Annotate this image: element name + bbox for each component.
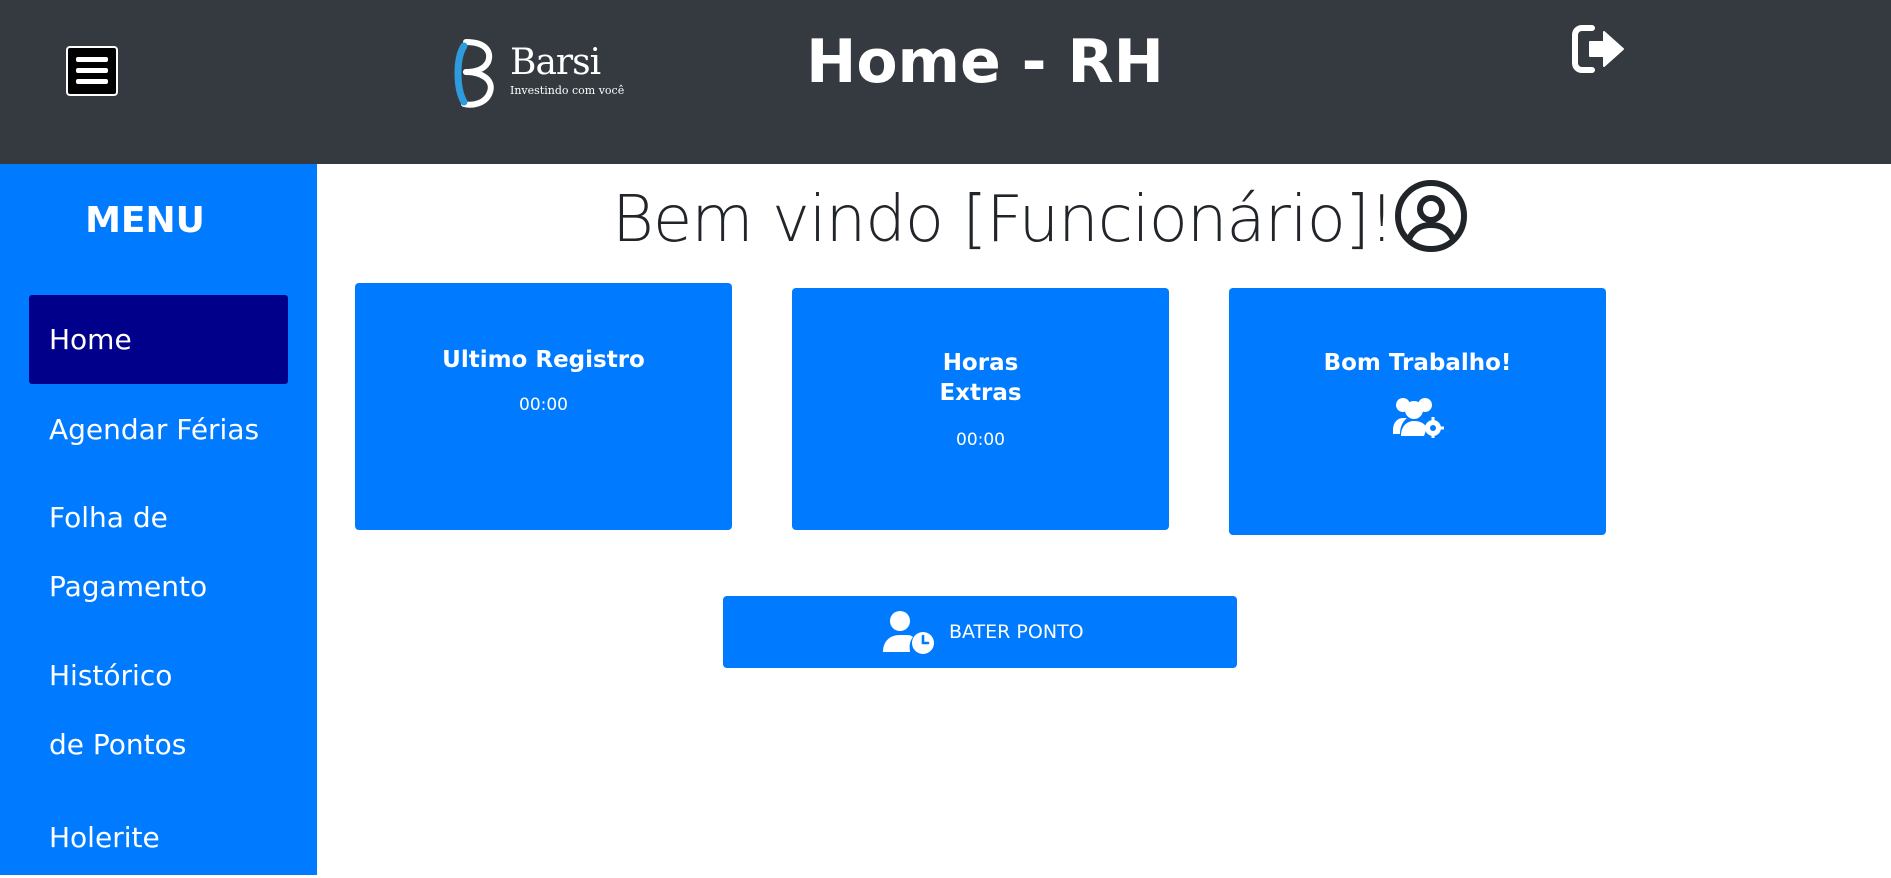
hamburger-menu-button[interactable]: [66, 46, 118, 96]
sidebar-item-label-line1: Histórico: [49, 659, 173, 692]
sidebar-item-folha-de-pagamento[interactable]: Folha de Pagamento: [29, 483, 288, 621]
card-value: 00:00: [519, 395, 568, 415]
logo-brand-text: Barsi: [510, 42, 601, 83]
welcome-text: Bem vindo [Funcionário]!: [612, 182, 1394, 257]
sidebar-item-home[interactable]: Home: [29, 295, 288, 384]
sidebar-item-label: Agendar Férias: [49, 413, 260, 446]
sidebar-menu: MENU Home Agendar Férias Folha de Pagame…: [0, 164, 317, 875]
sidebar-item-label-line2: Pagamento: [49, 570, 208, 603]
card-title: Bom Trabalho!: [1323, 350, 1512, 376]
barsi-logo-icon: [454, 39, 503, 108]
user-clock-icon: [883, 611, 934, 654]
sidebar-item-historico-de-pontos[interactable]: Histórico de Pontos: [29, 641, 288, 779]
sidebar-item-label: Holerite: [49, 821, 160, 854]
card-title: Ultimo Registro: [442, 347, 645, 373]
barsi-logo: Barsi Investindo com você: [452, 38, 632, 110]
bater-ponto-button[interactable]: BATER PONTO: [723, 596, 1237, 668]
page-title: Home - RH: [806, 27, 1164, 97]
bater-ponto-label: BATER PONTO: [949, 621, 1084, 643]
users-cog-icon: [1392, 398, 1444, 439]
hamburger-icon-bar: [76, 79, 108, 84]
hamburger-icon-bar: [76, 68, 108, 73]
card-title-line1: Horas: [942, 350, 1019, 376]
hamburger-icon-bar: [76, 57, 108, 62]
card-horas-extras: Horas Extras 00:00: [792, 288, 1169, 530]
card-ultimo-registro: Ultimo Registro 00:00: [355, 283, 732, 530]
logo-tagline: Investindo com você: [510, 84, 625, 97]
sidebar-item-agendar-ferias[interactable]: Agendar Férias: [29, 390, 288, 470]
top-header: Barsi Investindo com você Home - RH: [0, 0, 1891, 164]
sidebar-item-holerite[interactable]: Holerite: [29, 798, 288, 878]
welcome-heading: Bem vindo [Funcionário]!: [612, 168, 1468, 268]
card-value: 00:00: [956, 430, 1005, 450]
user-circle-icon: [1394, 179, 1467, 252]
card-title-line2: Extras: [939, 380, 1022, 406]
menu-title: MENU: [85, 200, 205, 241]
card-bom-trabalho: Bom Trabalho!: [1229, 288, 1606, 535]
sidebar-item-label-line1: Folha de: [49, 501, 168, 534]
sidebar-item-label-line2: de Pontos: [49, 728, 187, 761]
sidebar-item-label: Home: [49, 323, 132, 356]
logout-button[interactable]: [1572, 24, 1626, 74]
sign-out-icon: [1572, 25, 1624, 73]
